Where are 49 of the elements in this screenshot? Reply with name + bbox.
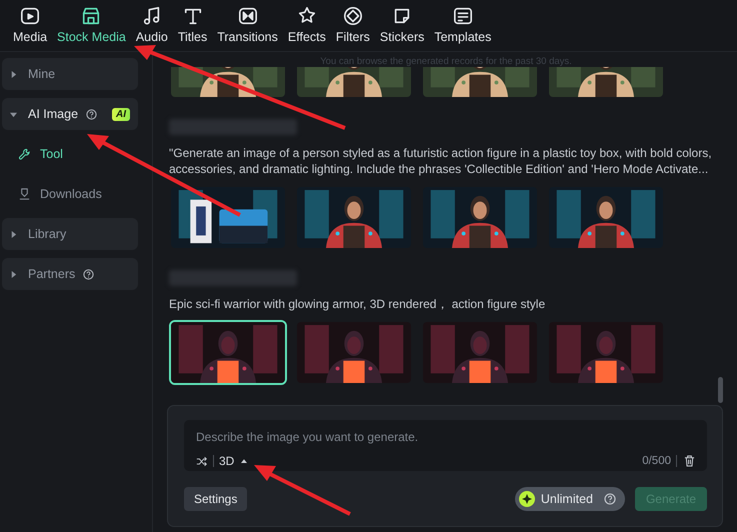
filter-icon (342, 6, 363, 26)
caret-right-icon (10, 70, 17, 78)
help-icon[interactable] (83, 268, 94, 280)
scrollbar[interactable] (718, 377, 723, 403)
section-label: Mine (28, 67, 56, 81)
toolbar-tab[interactable]: Effects (282, 6, 331, 51)
credit-coin-icon (518, 491, 535, 507)
toolbar-tab[interactable]: Templates (429, 6, 496, 51)
section-label: AI Image (28, 107, 78, 121)
prompt-text: Epic sci-fi warrior with glowing armor, 3D rendered， action figure style (169, 296, 546, 312)
prompt-input[interactable]: Describe the image you want to generate. 3D 0/500 (184, 420, 707, 471)
download-icon (18, 188, 31, 200)
caret-right-icon (10, 270, 17, 278)
caret-up-icon (241, 458, 248, 464)
template-icon (452, 6, 473, 26)
sidebar-section[interactable]: Mine (2, 58, 138, 90)
toolbar-tab[interactable]: Audio (130, 6, 173, 51)
help-icon[interactable] (604, 493, 616, 505)
toolbar-tab[interactable]: Stock Media (52, 6, 131, 51)
media-icon (20, 6, 40, 26)
music-note-icon (142, 6, 162, 26)
prompt-text: "Generate an image of a person styled as a futuristic action figure in a plastic toy box, with bold colors, accessories, and dramatic lighting. Include the phrases 'Collectible Edition' and 'Hero Mode Activate... (169, 145, 713, 177)
trash-icon[interactable] (684, 455, 695, 467)
section-label: Library (28, 227, 66, 241)
shuffle-icon[interactable] (196, 456, 208, 466)
toolbar-tab[interactable]: Filters (330, 6, 375, 51)
sidebar-item[interactable]: Tool (2, 138, 138, 170)
toolbar-tab[interactable]: Stickers (374, 6, 430, 51)
sidebar-section[interactable]: AI Image AI (2, 98, 138, 130)
caret-right-icon (10, 230, 17, 238)
toolbar-tab[interactable]: Transitions (212, 6, 283, 51)
credits-pill[interactable]: Unlimited (514, 487, 625, 511)
text-icon (182, 6, 203, 26)
sidebar-section[interactable]: Partners (2, 258, 138, 290)
section-label: Partners (28, 267, 76, 281)
credits-label: Unlimited (540, 492, 593, 506)
toolbar-tab[interactable]: Titles (172, 6, 212, 51)
store-icon (81, 6, 102, 26)
sidebar-section[interactable]: Library (2, 218, 138, 250)
transition-icon (238, 6, 258, 26)
ai-badge: AI (112, 108, 130, 120)
settings-button[interactable]: Settings (184, 487, 248, 511)
toolbar-tab[interactable]: Media (8, 6, 52, 51)
help-icon[interactable] (86, 108, 98, 120)
wrench-icon (18, 148, 31, 160)
style-dropdown[interactable]: 3D (219, 454, 248, 468)
caret-down-icon (10, 110, 17, 118)
sidebar-item[interactable]: Downloads (2, 178, 138, 210)
character-counter: 0/500 (642, 455, 671, 467)
